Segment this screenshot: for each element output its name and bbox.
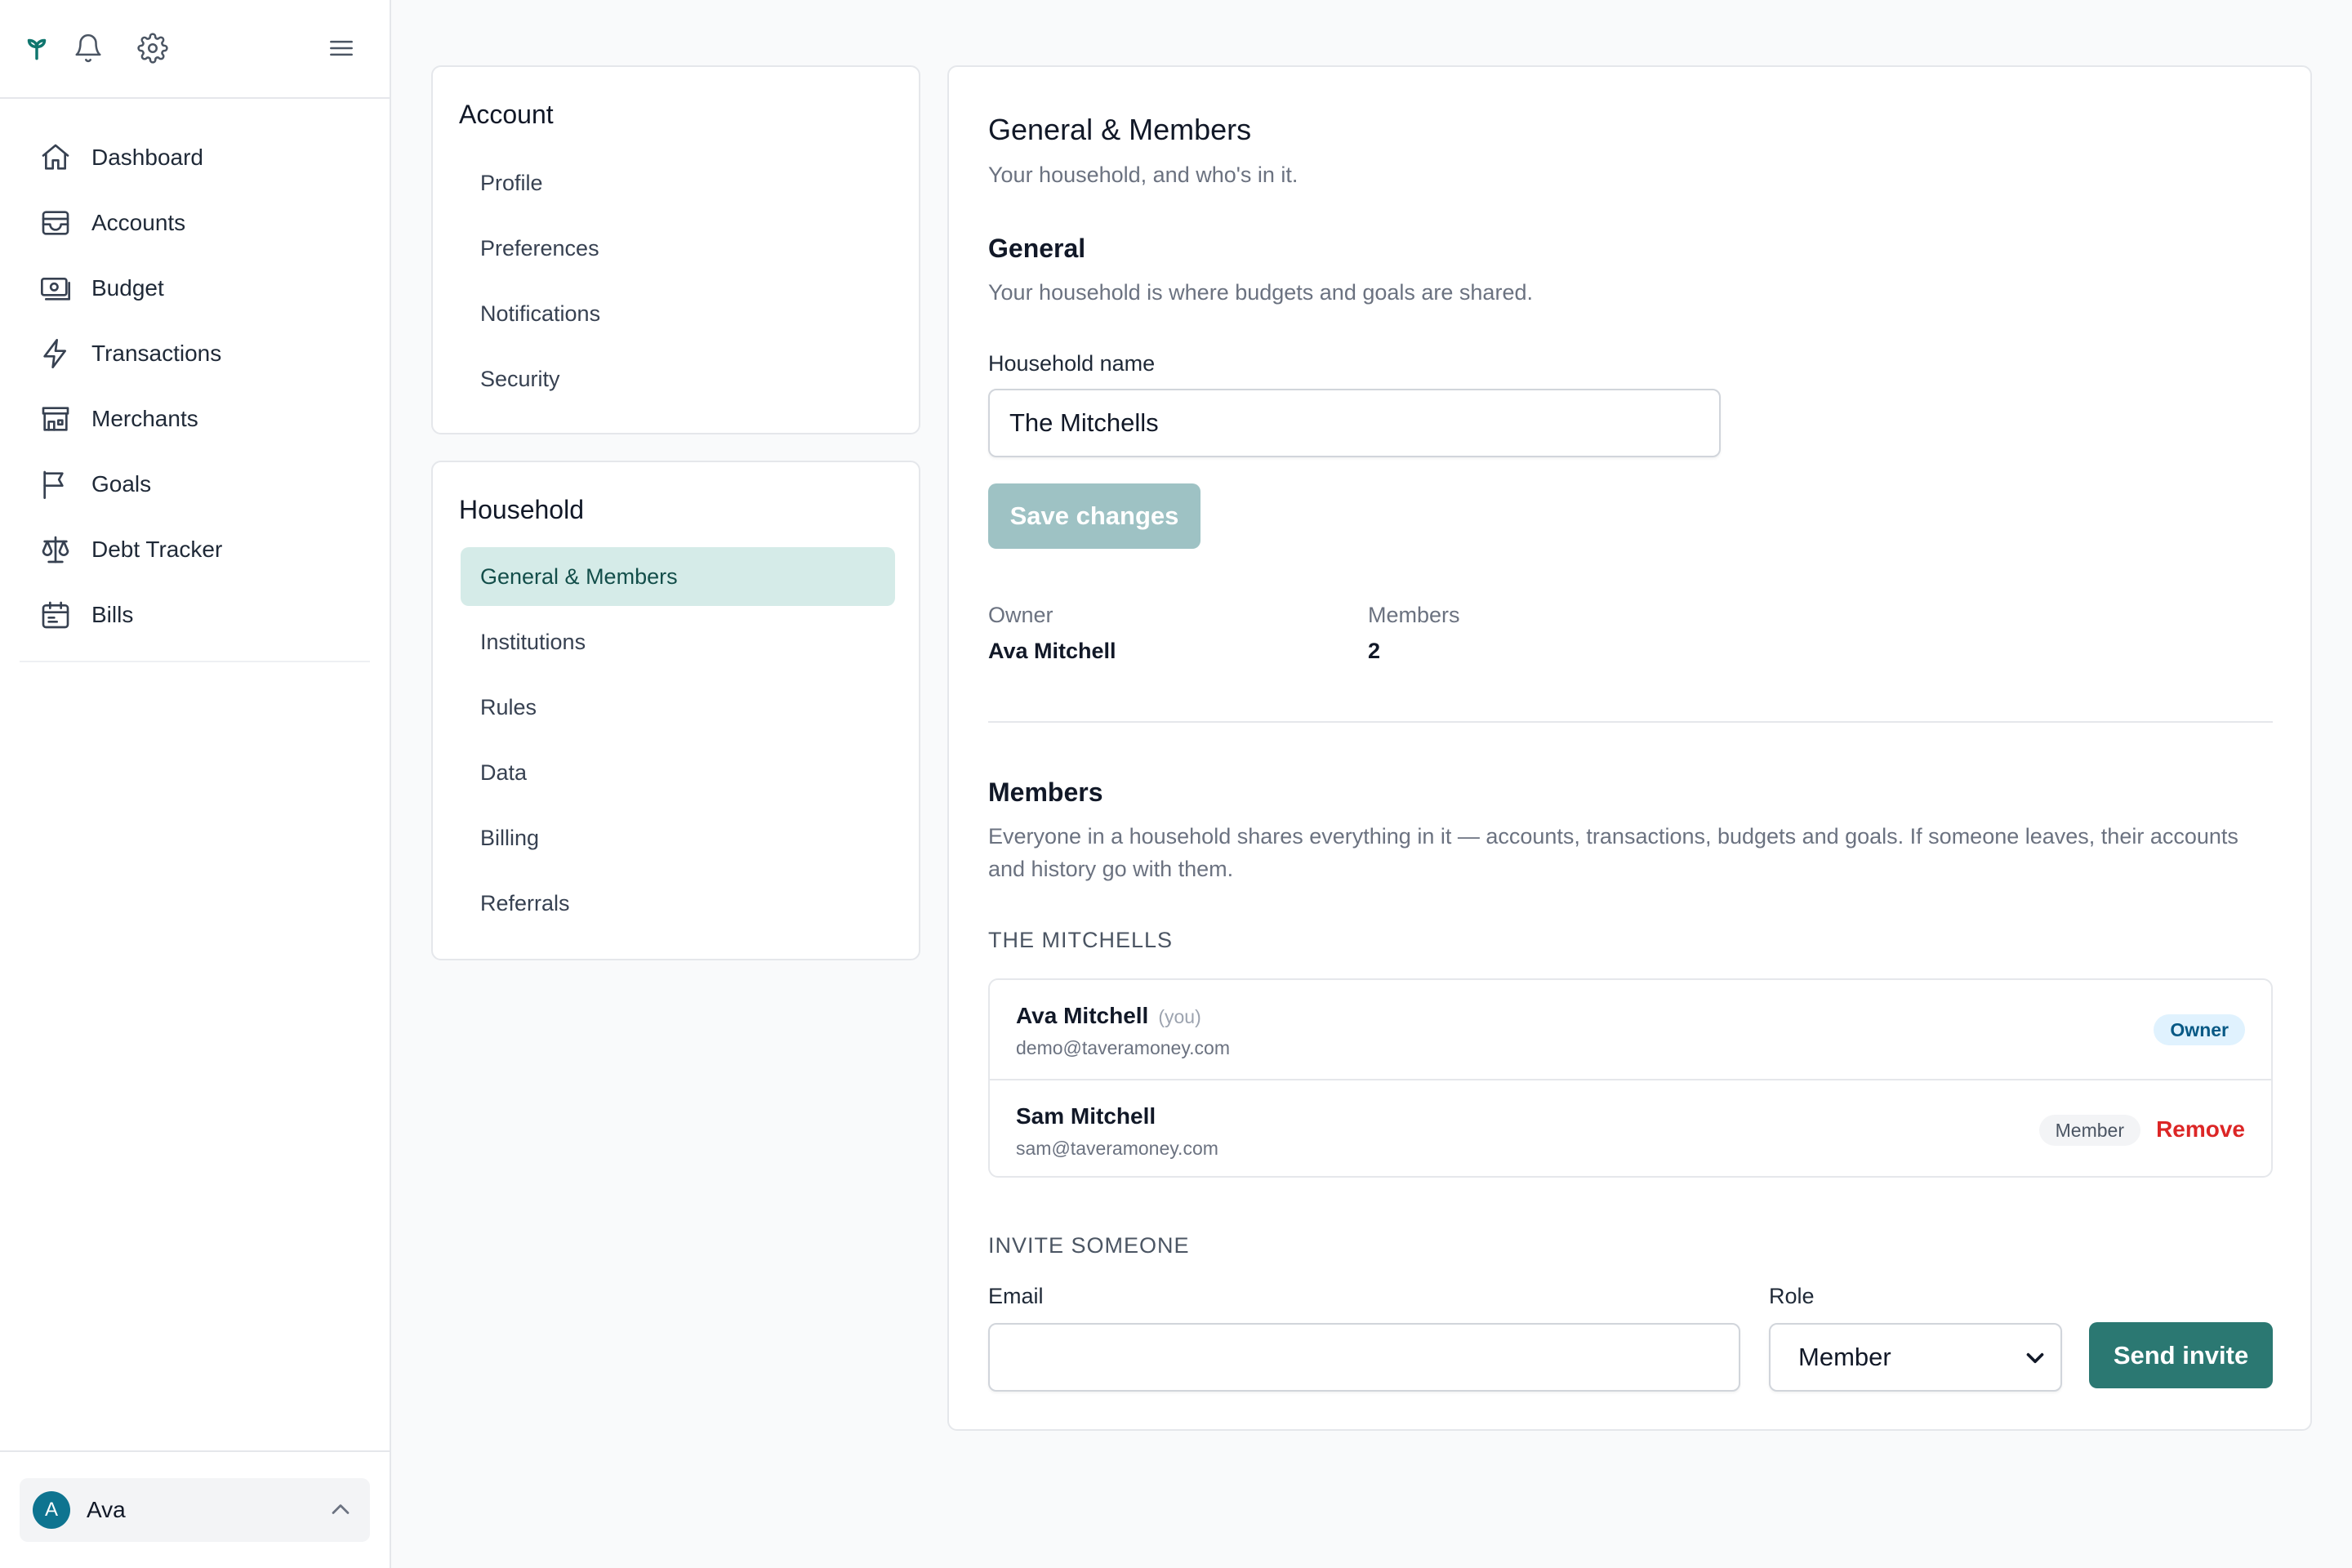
sidebar-item-label: Merchants bbox=[91, 406, 198, 431]
user-menu-button[interactable]: A Ava bbox=[20, 1478, 370, 1542]
member-row: Ava Mitchell (you) demo@taveramoney.com O… bbox=[990, 980, 2271, 1079]
wallet-icon bbox=[39, 207, 72, 239]
members-heading: Members bbox=[988, 777, 1103, 807]
sidebar-item-label: Transactions bbox=[91, 341, 222, 366]
member-name: Sam Mitchell bbox=[1016, 1103, 1156, 1129]
scale-icon bbox=[39, 533, 72, 566]
role-badge-member: Member bbox=[2038, 1115, 2140, 1146]
save-changes-button[interactable]: Save changes bbox=[988, 483, 1200, 549]
members-count-label: Members bbox=[1368, 603, 1460, 627]
sidebar: Dashboard Accounts Budget Transactions M… bbox=[0, 0, 391, 1568]
settings-item-institutions[interactable]: Institutions bbox=[461, 612, 895, 671]
settings-item-billing[interactable]: Billing bbox=[461, 808, 895, 867]
bell-icon[interactable] bbox=[73, 33, 104, 64]
sidebar-item-accounts[interactable]: Accounts bbox=[0, 190, 390, 256]
home-icon bbox=[39, 141, 72, 174]
sidebar-item-label: Budget bbox=[91, 275, 164, 301]
hamburger-menu-icon[interactable] bbox=[326, 33, 357, 64]
owner-label: Owner bbox=[988, 603, 1054, 627]
sidebar-divider bbox=[20, 661, 370, 662]
sidebar-item-transactions[interactable]: Transactions bbox=[0, 321, 390, 386]
send-invite-button[interactable]: Send invite bbox=[2089, 1322, 2273, 1388]
chevron-down-icon bbox=[2021, 1344, 2049, 1372]
settings-item-security[interactable]: Security bbox=[461, 350, 895, 408]
invite-heading: INVITE SOMEONE bbox=[988, 1233, 1190, 1258]
sidebar-header bbox=[0, 0, 390, 99]
page-title: General & Members bbox=[988, 113, 1252, 146]
sidebar-item-label: Accounts bbox=[91, 210, 186, 235]
sidebar-nav: Dashboard Accounts Budget Transactions M… bbox=[0, 99, 390, 662]
household-settings-card: Household General & Members Institutions… bbox=[431, 461, 920, 960]
gear-icon[interactable] bbox=[137, 33, 168, 64]
sprout-logo-icon[interactable] bbox=[21, 33, 52, 64]
sidebar-item-bills[interactable]: Bills bbox=[0, 582, 390, 648]
general-description: Your household is where budgets and goal… bbox=[988, 280, 1533, 305]
general-heading: General bbox=[988, 234, 1086, 263]
settings-item-referrals[interactable]: Referrals bbox=[461, 874, 895, 933]
sidebar-item-label: Goals bbox=[91, 471, 152, 497]
member-email: demo@taveramoney.com bbox=[1016, 1037, 1230, 1058]
invite-email-label: Email bbox=[988, 1284, 1044, 1308]
you-tag: (you) bbox=[1158, 1006, 1201, 1027]
avatar: A bbox=[33, 1491, 70, 1529]
settings-item-profile[interactable]: Profile bbox=[461, 154, 895, 212]
member-row: Sam Mitchell sam@taveramoney.com Member … bbox=[990, 1079, 2271, 1176]
lightning-icon bbox=[39, 337, 72, 370]
owner-value: Ava Mitchell bbox=[988, 639, 1116, 663]
household-section-title: Household bbox=[459, 495, 584, 524]
settings-item-rules[interactable]: Rules bbox=[461, 678, 895, 737]
members-list: Ava Mitchell (you) demo@taveramoney.com O… bbox=[988, 978, 2273, 1178]
sidebar-item-debt-tracker[interactable]: Debt Tracker bbox=[0, 517, 390, 582]
store-icon bbox=[39, 403, 72, 435]
sidebar-item-dashboard[interactable]: Dashboard bbox=[0, 125, 390, 190]
sidebar-item-label: Dashboard bbox=[91, 145, 203, 170]
member-name: Ava Mitchell (you) bbox=[1016, 1003, 1201, 1029]
invite-email-input[interactable] bbox=[988, 1323, 1740, 1392]
flag-icon bbox=[39, 468, 72, 501]
invite-role-value: Member bbox=[1798, 1343, 1891, 1371]
member-name-text: Ava Mitchell bbox=[1016, 1003, 1149, 1028]
members-count-value: 2 bbox=[1368, 639, 1381, 663]
sidebar-item-label: Bills bbox=[91, 602, 134, 627]
settings-item-preferences[interactable]: Preferences bbox=[461, 219, 895, 278]
sidebar-item-label: Debt Tracker bbox=[91, 537, 223, 562]
sidebar-item-budget[interactable]: Budget bbox=[0, 256, 390, 321]
household-group-label: THE MITCHELLS bbox=[988, 928, 1174, 952]
household-name-input[interactable] bbox=[988, 389, 1721, 457]
sidebar-footer: A Ava bbox=[0, 1450, 390, 1568]
banknote-icon bbox=[39, 272, 72, 305]
general-members-panel: General & Members Your household, and wh… bbox=[947, 65, 2312, 1431]
invite-role-label: Role bbox=[1769, 1284, 1815, 1308]
household-name-label: Household name bbox=[988, 351, 1156, 376]
calendar-icon bbox=[39, 599, 72, 631]
sidebar-item-merchants[interactable]: Merchants bbox=[0, 386, 390, 452]
sidebar-item-goals[interactable]: Goals bbox=[0, 452, 390, 517]
user-name: Ava bbox=[87, 1497, 126, 1522]
role-badge-owner: Owner bbox=[2154, 1014, 2245, 1045]
settings-item-data[interactable]: Data bbox=[461, 743, 895, 802]
invite-role-select[interactable]: Member bbox=[1769, 1323, 2062, 1392]
members-description: Everyone in a household shares everythin… bbox=[988, 824, 2238, 881]
page-subtitle: Your household, and who's in it. bbox=[988, 163, 1298, 187]
account-section-title: Account bbox=[459, 100, 554, 129]
settings-item-general-members[interactable]: General & Members bbox=[461, 547, 895, 606]
account-settings-card: Account Profile Preferences Notification… bbox=[431, 65, 920, 434]
remove-member-button[interactable]: Remove bbox=[2156, 1116, 2245, 1143]
settings-item-notifications[interactable]: Notifications bbox=[461, 284, 895, 343]
section-divider bbox=[988, 721, 2273, 723]
member-email: sam@taveramoney.com bbox=[1016, 1138, 1218, 1159]
chevron-up-icon bbox=[326, 1494, 355, 1524]
